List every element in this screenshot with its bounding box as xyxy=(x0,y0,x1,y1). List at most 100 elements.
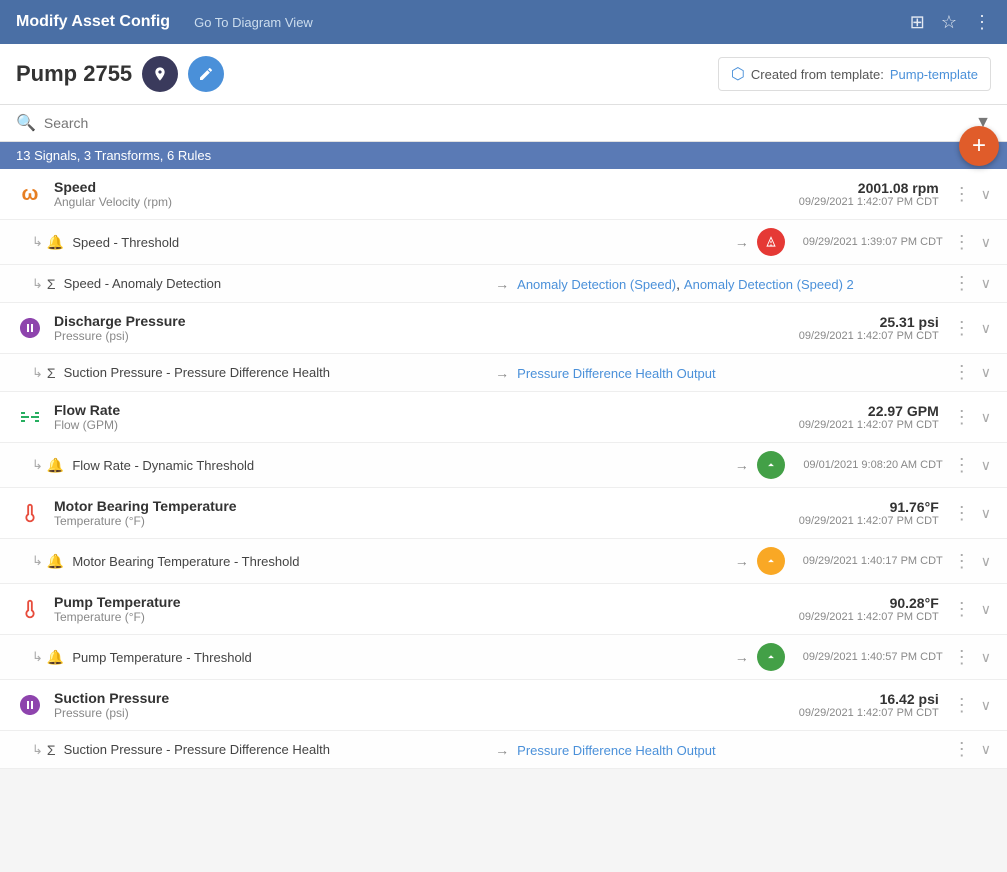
child-indent-suction-diff: ↳ Σ xyxy=(32,742,56,758)
signal-value-area-speed: 2001.08 rpm 09/29/2021 1:42:07 PM CDT xyxy=(779,180,939,208)
chevron-motor-temp[interactable]: ∨ xyxy=(981,505,991,522)
arrow-right-icon-4: → xyxy=(735,457,749,473)
pressure-diff-link[interactable]: Pressure Difference Health Output xyxy=(517,366,715,381)
status-badge-motor-temp-threshold xyxy=(757,547,785,575)
chevron-pump-temp-threshold[interactable]: ∨ xyxy=(981,649,991,666)
signal-timestamp-speed: 09/29/2021 1:42:07 PM CDT xyxy=(779,196,939,208)
template-link[interactable]: Pump-template xyxy=(890,67,978,82)
signal-timestamp-pump-temp: 09/29/2021 1:42:07 PM CDT xyxy=(779,611,939,623)
sigma-icon-speed-anomaly: Σ xyxy=(47,276,56,292)
thermometer-icon-motor xyxy=(19,502,41,524)
template-label: Created from template: xyxy=(751,67,884,82)
signal-value-pump-temp: 90.28°F xyxy=(779,595,939,611)
child-row-motor-temp-threshold: ↳ 🔔 Motor Bearing Temperature - Threshol… xyxy=(0,539,1007,584)
chevron-flow[interactable]: ∨ xyxy=(981,409,991,426)
dots-menu-speed[interactable]: ⋮ xyxy=(949,184,975,205)
row-actions-motor-temp: ⋮ ∨ xyxy=(949,503,991,524)
edit-icon xyxy=(198,66,214,82)
return-arrow-icon: ↳ xyxy=(32,234,43,250)
location-button[interactable] xyxy=(142,56,178,92)
asset-header: Pump 2755 ⬡ Created from template: Pump-… xyxy=(0,44,1007,105)
dots-menu-motor-temp-threshold[interactable]: ⋮ xyxy=(949,551,975,572)
signal-value-discharge: 25.31 psi xyxy=(779,314,939,330)
signal-value-flow: 22.97 GPM xyxy=(779,403,939,419)
signal-value-area-pump-temp: 90.28°F 09/29/2021 1:42:07 PM CDT xyxy=(779,595,939,623)
signal-info-flow: Flow Rate Flow (GPM) xyxy=(54,402,769,432)
arrow-right-icon-7: → xyxy=(495,742,509,758)
chevron-pressure-diff[interactable]: ∨ xyxy=(981,364,991,381)
row-actions-flow: ⋮ ∨ xyxy=(949,407,991,428)
dots-menu-suction[interactable]: ⋮ xyxy=(949,695,975,716)
signal-row: ω Speed Angular Velocity (rpm) 2001.08 r… xyxy=(0,169,1007,220)
child-timestamp-speed-threshold: 09/29/2021 1:39:07 PM CDT xyxy=(793,236,943,248)
chevron-discharge[interactable]: ∨ xyxy=(981,320,991,337)
chevron-speed[interactable]: ∨ xyxy=(981,186,991,203)
return-arrow-icon-7: ↳ xyxy=(32,742,43,758)
search-input[interactable] xyxy=(44,115,967,131)
dots-menu-pump-temp-threshold[interactable]: ⋮ xyxy=(949,647,975,668)
row-actions-speed-anomaly: ⋮ ∨ xyxy=(949,273,991,294)
signal-icon-suction xyxy=(16,691,44,719)
signal-unit-speed: Angular Velocity (rpm) xyxy=(54,195,769,209)
child-name-flow-threshold: Flow Rate - Dynamic Threshold xyxy=(72,458,726,473)
chevron-flow-threshold[interactable]: ∨ xyxy=(981,457,991,474)
anomaly-link-2[interactable]: Anomaly Detection (Speed) 2 xyxy=(684,277,854,292)
signal-unit-flow: Flow (GPM) xyxy=(54,418,769,432)
alert-up-green-icon xyxy=(764,458,778,472)
child-name-motor-temp-threshold: Motor Bearing Temperature - Threshold xyxy=(72,554,726,569)
chevron-motor-temp-threshold[interactable]: ∨ xyxy=(981,553,991,570)
signal-timestamp-motor-temp: 09/29/2021 1:42:07 PM CDT xyxy=(779,515,939,527)
return-arrow-icon-3: ↳ xyxy=(32,365,43,381)
child-name-pump-temp-threshold: Pump Temperature - Threshold xyxy=(72,650,726,665)
monitor-icon[interactable]: ⊞ xyxy=(910,12,925,33)
dots-menu-speed-anomaly[interactable]: ⋮ xyxy=(949,273,975,294)
signal-name-motor-temp: Motor Bearing Temperature xyxy=(54,498,769,514)
anomaly-link-1[interactable]: Anomaly Detection (Speed) xyxy=(517,277,676,292)
gauge-icon-suction xyxy=(18,693,42,717)
gauge-icon-discharge xyxy=(18,316,42,340)
status-badge-speed-threshold xyxy=(757,228,785,256)
signal-info-motor-temp: Motor Bearing Temperature Temperature (°… xyxy=(54,498,769,528)
menu-icon[interactable]: ⋮ xyxy=(973,12,991,33)
edit-button[interactable] xyxy=(188,56,224,92)
summary-container: 13 Signals, 3 Transforms, 6 Rules + xyxy=(0,142,1007,169)
signal-unit-motor-temp: Temperature (°F) xyxy=(54,514,769,528)
return-arrow-icon-2: ↳ xyxy=(32,276,43,292)
dots-menu-speed-threshold[interactable]: ⋮ xyxy=(949,232,975,253)
dots-menu-flow-threshold[interactable]: ⋮ xyxy=(949,455,975,476)
chevron-suction-diff[interactable]: ∨ xyxy=(981,741,991,758)
go-to-diagram-link[interactable]: Go To Diagram View xyxy=(194,15,313,30)
flow-icon xyxy=(18,405,42,429)
signal-timestamp-discharge: 09/29/2021 1:42:07 PM CDT xyxy=(779,330,939,342)
chevron-speed-anomaly[interactable]: ∨ xyxy=(981,275,991,292)
signal-value-speed: 2001.08 rpm xyxy=(779,180,939,196)
row-actions-suction-diff: ⋮ ∨ xyxy=(949,739,991,760)
dots-menu-pressure-diff[interactable]: ⋮ xyxy=(949,362,975,383)
child-row-speed-threshold: ↳ 🔔 Speed - Threshold → 09/29/2021 1:39:… xyxy=(0,220,1007,265)
dots-menu-discharge[interactable]: ⋮ xyxy=(949,318,975,339)
bell-icon-speed-threshold: 🔔 xyxy=(47,234,64,251)
chevron-pump-temp[interactable]: ∨ xyxy=(981,601,991,618)
signal-unit-suction: Pressure (psi) xyxy=(54,706,769,720)
top-bar-right: ⊞ ☆ ⋮ xyxy=(910,12,991,33)
dots-menu-flow[interactable]: ⋮ xyxy=(949,407,975,428)
return-arrow-icon-4: ↳ xyxy=(32,457,43,473)
signal-timestamp-flow: 09/29/2021 1:42:07 PM CDT xyxy=(779,419,939,431)
dots-menu-suction-diff[interactable]: ⋮ xyxy=(949,739,975,760)
chevron-speed-threshold[interactable]: ∨ xyxy=(981,234,991,251)
child-name-suction-diff: Suction Pressure - Pressure Difference H… xyxy=(64,742,488,757)
dots-menu-pump-temp[interactable]: ⋮ xyxy=(949,599,975,620)
dots-menu-motor-temp[interactable]: ⋮ xyxy=(949,503,975,524)
signal-row-pump-temp: Pump Temperature Temperature (°F) 90.28°… xyxy=(0,584,1007,635)
signal-info-speed: Speed Angular Velocity (rpm) xyxy=(54,179,769,209)
sigma-icon-suction-diff: Σ xyxy=(47,742,56,758)
pressure-diff-link-2[interactable]: Pressure Difference Health Output xyxy=(517,743,715,758)
star-icon[interactable]: ☆ xyxy=(941,12,957,33)
arrow-right-icon-2: → xyxy=(495,276,509,292)
signal-value-area-suction: 16.42 psi 09/29/2021 1:42:07 PM CDT xyxy=(779,691,939,719)
signal-name-suction: Suction Pressure xyxy=(54,690,769,706)
signal-icon-motor-temp xyxy=(16,499,44,527)
add-button[interactable]: + xyxy=(959,126,999,166)
signal-info-pump-temp: Pump Temperature Temperature (°F) xyxy=(54,594,769,624)
chevron-suction[interactable]: ∨ xyxy=(981,697,991,714)
